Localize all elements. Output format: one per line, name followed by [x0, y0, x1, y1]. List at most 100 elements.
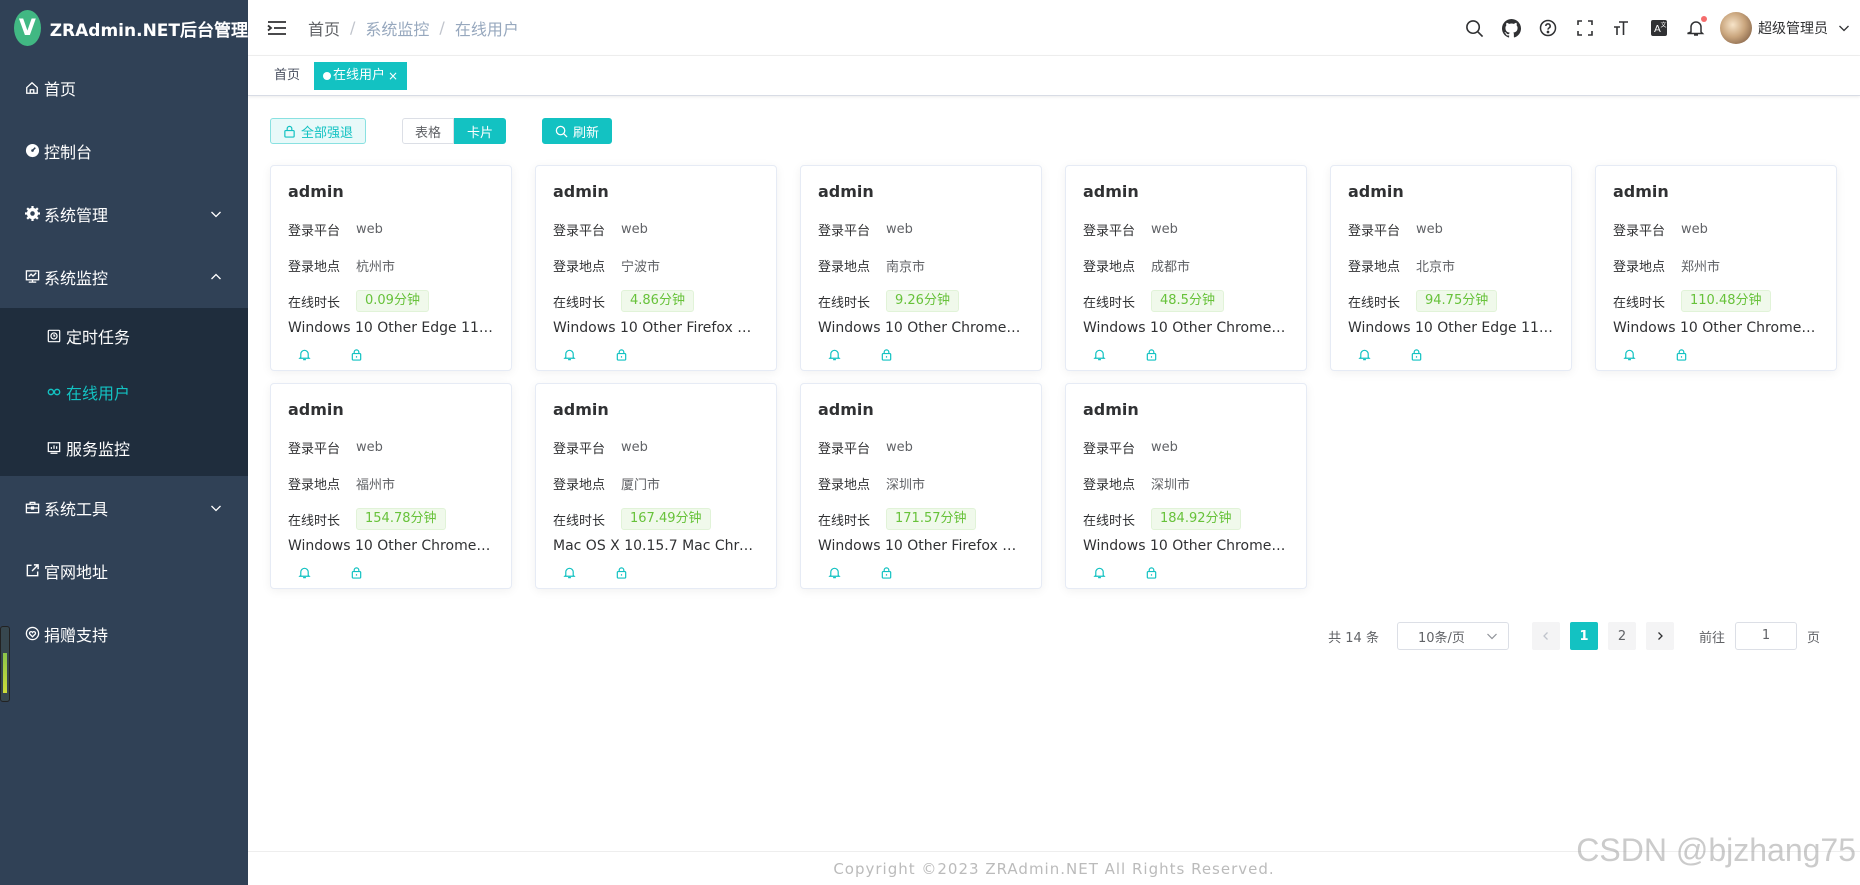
job-icon — [46, 328, 62, 344]
online-user-card: admin 登录平台 web 登录地点 郑州市 在线时长 110.48分钟 Windows 1… — [1595, 165, 1837, 371]
lock-icon[interactable] — [615, 564, 628, 579]
lock-icon[interactable] — [1410, 346, 1423, 361]
location-label: 登录地点 — [288, 259, 341, 275]
card-actions — [553, 564, 759, 579]
sidebar-item-online[interactable]: 在线用户 — [0, 364, 248, 420]
online-user-card: admin 登录平台 web 登录地点 北京市 在线时长 94.75分钟 Windows 10… — [1330, 165, 1572, 371]
refresh-button[interactable]: 刷新 — [542, 118, 613, 144]
force-logout-all-button[interactable]: 全部强退 — [270, 118, 367, 144]
sidebar-item-label: 控制台 — [44, 142, 93, 162]
duration-label: 在线时长 — [553, 513, 606, 529]
copyright: Copyright ©2023 ZRAdmin.NET All Rights R… — [833, 860, 1275, 878]
duration-label: 在线时长 — [1613, 295, 1666, 311]
bell-icon[interactable] — [563, 346, 576, 361]
next-page-button[interactable] — [1645, 622, 1674, 650]
bell-icon[interactable] — [828, 564, 841, 579]
language-icon[interactable]: A文 — [1649, 18, 1669, 38]
user-name[interactable]: 超级管理员 — [1758, 18, 1828, 38]
logo-icon: V — [14, 10, 41, 46]
platform-row: 登录平台 web — [818, 436, 1024, 458]
location-label: 登录地点 — [1613, 259, 1666, 275]
duration-tag: 167.49分钟 — [621, 508, 711, 530]
lock-icon[interactable] — [350, 564, 363, 579]
breadcrumb-current: 在线用户 — [454, 19, 519, 39]
tag-home[interactable]: 首页 — [265, 61, 310, 90]
location-row: 登录地点 南京市 — [818, 254, 1024, 276]
bell-icon[interactable] — [563, 564, 576, 579]
bell-icon[interactable] — [298, 346, 311, 361]
sidebar-item-donate[interactable]: 捐赠支持 — [0, 602, 248, 665]
platform-row: 登录平台 web — [553, 436, 759, 458]
card-actions — [288, 346, 494, 361]
bell-icon[interactable] — [828, 346, 841, 361]
view-card-button[interactable]: 卡片 — [454, 118, 507, 144]
lock-icon[interactable] — [880, 346, 893, 361]
duration-tag: 154.78分钟 — [356, 508, 446, 530]
help-icon[interactable] — [1538, 18, 1558, 38]
platform-label: 登录平台 — [1613, 223, 1666, 239]
sidebar-item-job[interactable]: 定时任务 — [0, 308, 248, 364]
sidebar-item-dashboard[interactable]: 控制台 — [0, 119, 248, 182]
sidebar-item-monitor[interactable]: 系统监控 — [0, 245, 248, 308]
sidebar-item-server[interactable]: 服务监控 — [0, 420, 248, 476]
platform-value: web — [886, 439, 913, 455]
chevron-down-icon — [1487, 633, 1497, 640]
online-user-card: admin 登录平台 web 登录地点 福州市 在线时长 154.78分钟 Windows 1… — [270, 383, 512, 589]
view-table-button[interactable]: 表格 — [402, 118, 455, 144]
github-icon[interactable] — [1501, 18, 1521, 38]
sidebar-item-system[interactable]: 系统管理 — [0, 182, 248, 245]
lock-icon[interactable] — [1145, 346, 1158, 361]
bell-icon[interactable] — [1358, 346, 1371, 361]
platform-row: 登录平台 web — [553, 218, 759, 240]
avatar[interactable] — [1720, 12, 1752, 44]
sidebar-item-website[interactable]: 官网地址 — [0, 539, 248, 602]
online-user-card: admin 登录平台 web 登录地点 杭州市 在线时长 0.09分钟 Windows 10 … — [270, 165, 512, 371]
fullscreen-icon[interactable] — [1575, 18, 1595, 38]
lock-icon[interactable] — [615, 346, 628, 361]
sidebar-item-tools[interactable]: 系统工具 — [0, 476, 248, 539]
chevron-down-icon[interactable] — [1838, 22, 1850, 34]
hamburger-icon[interactable] — [266, 17, 288, 39]
drawer-handle[interactable] — [0, 626, 10, 702]
sidebar-item-home[interactable]: 首页 — [0, 56, 248, 119]
bell-icon[interactable] — [1093, 564, 1106, 579]
bell-icon[interactable] — [1623, 346, 1636, 361]
lock-icon[interactable] — [880, 564, 893, 579]
duration-label: 在线时长 — [1348, 295, 1401, 311]
lock-icon[interactable] — [1145, 564, 1158, 579]
page-1-button[interactable]: 1 — [1569, 622, 1598, 650]
search-icon[interactable] — [1464, 18, 1484, 38]
duration-row: 在线时长 0.09分钟 — [288, 290, 494, 312]
logo[interactable]: V ZRAdmin.NET后台管理 — [0, 0, 248, 56]
bell-icon[interactable] — [1686, 16, 1707, 38]
page-2-button[interactable]: 2 — [1607, 622, 1636, 650]
prev-page-button[interactable] — [1531, 622, 1560, 650]
font-size-icon[interactable] — [1612, 18, 1632, 38]
sidebar-item-label: 系统工具 — [44, 499, 109, 519]
duration-row: 在线时长 110.48分钟 — [1613, 290, 1819, 312]
chevron-up-icon — [211, 273, 221, 279]
duration-label: 在线时长 — [818, 513, 871, 529]
breadcrumb-home[interactable]: 首页 — [308, 16, 340, 40]
location-label: 登录地点 — [1083, 259, 1136, 275]
page-size-value: 10条/页 — [1417, 630, 1465, 646]
platform-label: 登录平台 — [1083, 441, 1136, 457]
lock-icon[interactable] — [350, 346, 363, 361]
close-icon[interactable]: × — [388, 63, 398, 89]
user-name: admin — [818, 182, 874, 201]
user-name: admin — [553, 400, 609, 419]
goto-page-input[interactable]: 1 — [1734, 622, 1797, 650]
tag-online-users[interactable]: 在线用户 × — [314, 61, 408, 90]
platform-row: 登录平台 web — [288, 218, 494, 240]
platform-value: web — [886, 221, 913, 237]
platform-label: 登录平台 — [818, 441, 871, 457]
card-actions — [818, 564, 1024, 579]
bell-icon[interactable] — [298, 564, 311, 579]
lock-icon[interactable] — [1675, 346, 1688, 361]
location-value: 深圳市 — [1151, 477, 1191, 493]
search-icon — [555, 125, 568, 138]
bell-icon[interactable] — [1093, 346, 1106, 361]
page-size-select[interactable]: 10条/页 — [1396, 622, 1509, 650]
button-label: 刷新 — [573, 125, 600, 141]
location-label: 登录地点 — [288, 477, 341, 493]
